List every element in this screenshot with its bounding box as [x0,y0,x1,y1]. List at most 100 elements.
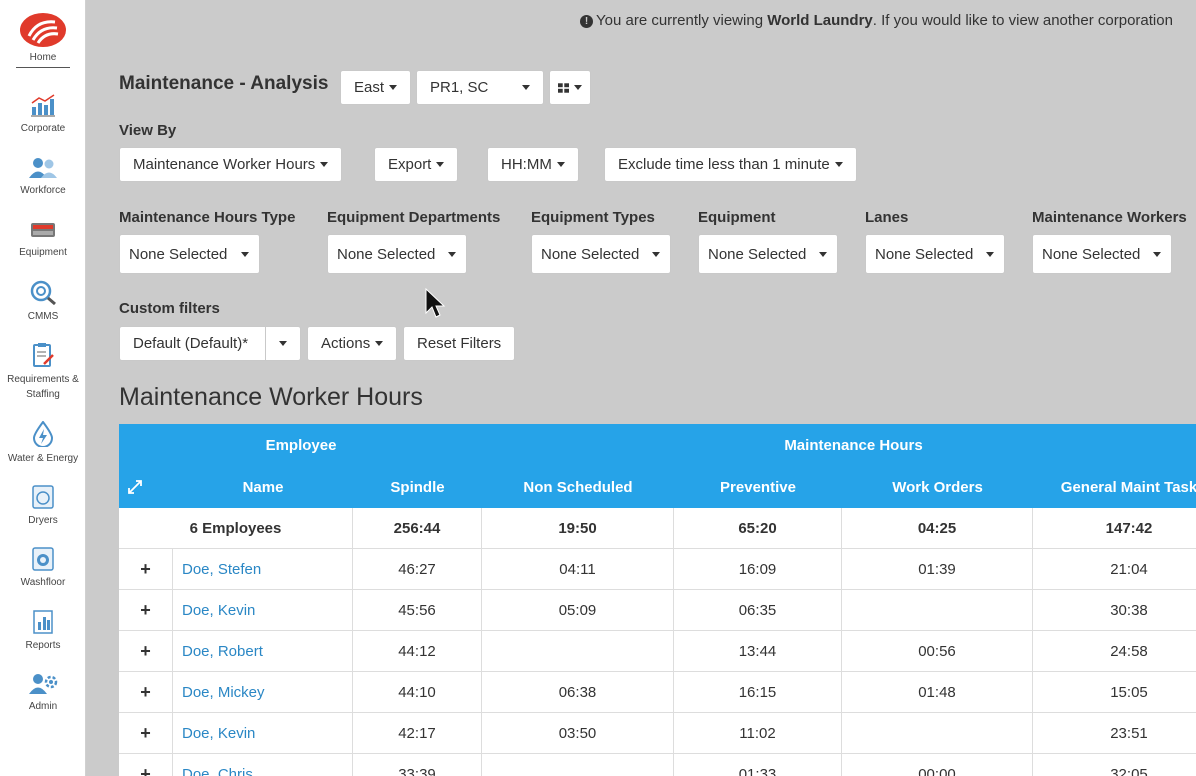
equipment-types-select[interactable]: None Selected [531,234,671,274]
total-general: 147:42 [1105,519,1153,537]
caret-down-icon [320,162,329,167]
employee-name-link[interactable]: Doe, Mickey [173,672,353,712]
nav-requirements-staffing[interactable]: Requirements & Staffing [0,342,86,402]
time-format-value: HH:MM [501,156,552,173]
employee-name-link[interactable]: Doe, Kevin [173,590,353,630]
employee-name-link[interactable]: Doe, Chris [173,754,353,776]
plus-icon: + [140,558,151,579]
plus-icon: + [140,681,151,702]
export-label: Export [388,156,432,173]
column-header-general-maint-task[interactable]: General Maint Task [1033,466,1196,508]
equipment-select[interactable]: None Selected [698,234,838,274]
cell-preventive: 16:09 [674,549,842,589]
nav-cmms[interactable]: CMMS [0,279,86,324]
region-dropdown[interactable]: East [340,70,412,105]
caret-down-icon [834,162,843,167]
nav-admin[interactable]: Admin [0,673,86,714]
grid-icon [558,82,569,93]
home-label: Home [29,52,57,63]
employee-name-link[interactable]: Doe, Kevin [173,713,353,753]
filter-label-maintenance-workers: Maintenance Workers [1032,209,1187,226]
row-expand-button[interactable]: + [119,549,173,589]
group-header-hours: Maintenance Hours [784,436,923,454]
row-expand-button[interactable]: + [119,672,173,712]
exclude-time-value: Exclude time less than 1 minute [618,156,830,173]
worker-hours-table: Employee Maintenance Hours Name Spindle … [119,424,1196,776]
nav-workforce[interactable]: Workforce [0,157,86,198]
nav-water-energy[interactable]: Water & Energy [0,421,86,466]
cell-non-scheduled: 03:50 [482,713,674,753]
column-header-non-scheduled[interactable]: Non Scheduled [482,466,674,508]
nav-label: Water & Energy [7,453,79,464]
caret-down-icon [522,85,530,90]
row-expand-button[interactable]: + [119,713,173,753]
company-logo-icon [20,13,66,47]
custom-filter-caret-button[interactable] [265,326,301,361]
maintenance-workers-select[interactable]: None Selected [1032,234,1172,274]
column-header-name[interactable]: Name [173,466,353,508]
caret-down-icon [819,251,827,257]
column-header-work-orders[interactable]: Work Orders [842,466,1033,508]
home-link[interactable]: Home [0,10,86,68]
plus-icon: + [140,722,151,743]
cell-spindle: 42:17 [353,713,482,753]
lanes-select[interactable]: None Selected [865,234,1005,274]
select-value: None Selected [1042,245,1141,263]
export-button[interactable]: Export [374,147,459,182]
actions-label: Actions [321,335,371,352]
users-icon [29,158,57,178]
view-by-dropdown[interactable]: Maintenance Worker Hours [119,147,343,182]
table-row: + Doe, Stefen 46:27 04:11 16:09 01:39 21… [119,549,1196,590]
clipboard-icon [33,343,54,367]
admin-gear-icon [29,674,58,694]
expand-table-button[interactable] [119,466,151,508]
report-icon [33,610,53,634]
cell-non-scheduled [482,631,674,671]
cell-work-orders: 00:00 [842,754,1033,776]
custom-filter-select[interactable]: Default (Default)* [119,326,267,361]
column-header-preventive[interactable]: Preventive [674,466,842,508]
plant-dropdown[interactable]: PR1, SC [416,70,544,105]
column-header-spindle[interactable]: Spindle [353,466,482,508]
nav-washfloor[interactable]: Washfloor [0,547,86,590]
group-header-employee: Employee [265,436,337,454]
exclude-time-dropdown[interactable]: Exclude time less than 1 minute [604,147,857,182]
caret-down-icon [279,341,287,346]
cell-preventive: 11:02 [674,713,842,753]
employee-name-link[interactable]: Doe, Stefen [173,549,353,589]
table-row: + Doe, Mickey 44:10 06:38 16:15 01:48 15… [119,672,1196,713]
gear-search-icon [30,280,56,305]
cell-spindle: 44:10 [353,672,482,712]
total-preventive: 65:20 [674,508,842,548]
cell-spindle: 46:27 [353,549,482,589]
table-column-header: Name Spindle Non Scheduled Preventive Wo… [119,466,1196,508]
time-format-dropdown[interactable]: HH:MM [487,147,579,182]
nav-label: Washfloor [20,577,66,588]
mouse-cursor-icon [425,288,446,318]
home-divider [16,67,70,68]
page-title: Maintenance - Analysis [119,73,329,94]
nav-corporate[interactable]: Corporate [0,93,86,136]
row-expand-button[interactable]: + [119,631,173,671]
employee-name-link[interactable]: Doe, Robert [173,631,353,671]
actions-dropdown[interactable]: Actions [307,326,398,361]
equipment-departments-select[interactable]: None Selected [327,234,467,274]
hours-type-select[interactable]: None Selected [119,234,260,274]
row-expand-button[interactable]: + [119,754,173,776]
total-non-scheduled: 19:50 [482,508,674,548]
layout-toggle-button[interactable] [549,70,591,105]
table-row: + Doe, Robert 44:12 13:44 00:56 24:58 [119,631,1196,672]
custom-filters-label: Custom filters [119,300,220,317]
row-expand-button[interactable]: + [119,590,173,630]
cell-work-orders [842,590,1033,630]
caret-down-icon [389,85,398,90]
cell-general: 32:05 [1110,765,1148,776]
nav-equipment[interactable]: Equipment [0,219,86,260]
cell-preventive: 06:35 [674,590,842,630]
nav-label: Equipment [19,247,67,258]
select-value: None Selected [708,245,807,263]
nav-dryers[interactable]: Dryers [0,485,86,528]
total-name: 6 Employees [119,508,353,548]
nav-reports[interactable]: Reports [0,610,86,653]
reset-filters-button[interactable]: Reset Filters [403,326,516,361]
